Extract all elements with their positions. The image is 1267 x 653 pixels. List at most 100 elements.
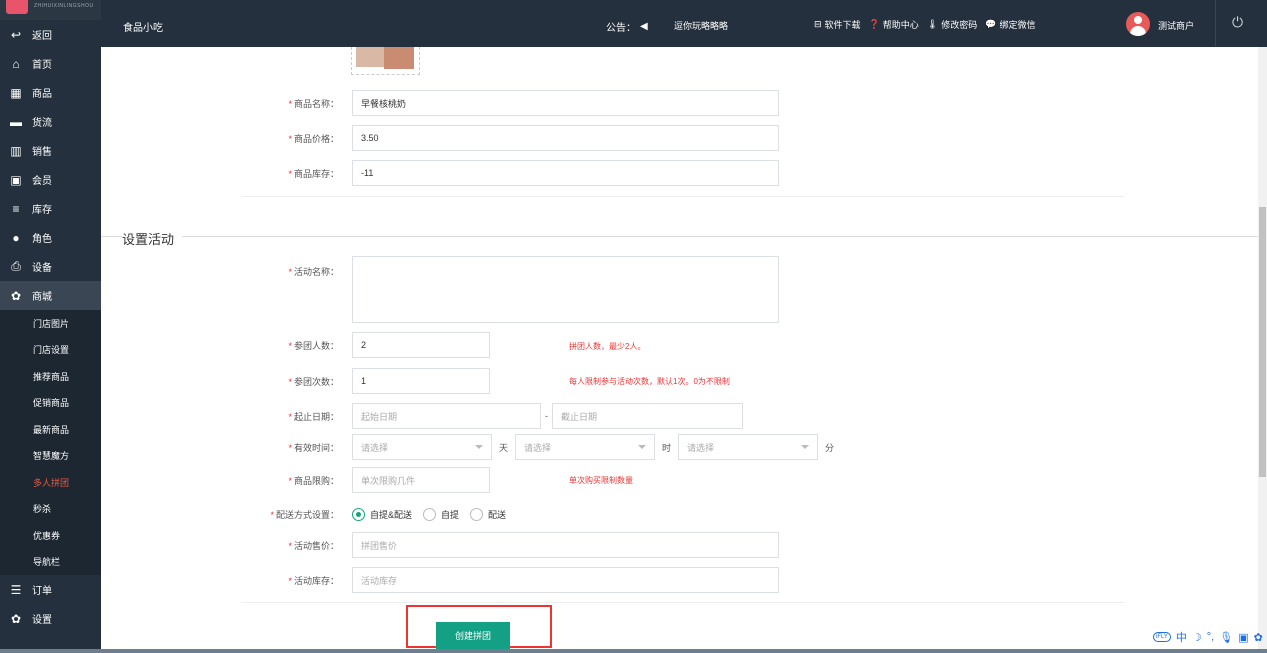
activity-stock-input[interactable]: 活动库存 bbox=[352, 567, 779, 593]
password-tool[interactable]: 🌡 修改密码 bbox=[927, 18, 977, 31]
id-card-icon: ▣ bbox=[10, 172, 22, 187]
ime-mode: 中 bbox=[1175, 632, 1187, 644]
mall-submenu: 门店图片 门店设置 推荐商品 促销商品 最新商品 智慧魔方 多人拼团 秒杀 优惠… bbox=[0, 310, 101, 575]
printer-icon: ⎙ bbox=[11, 259, 21, 273]
product-image[interactable] bbox=[351, 47, 420, 75]
nav-members[interactable]: ▣ 会员 bbox=[0, 165, 101, 194]
activity-price-row: * 活动售价： 拼团售价 bbox=[241, 532, 779, 558]
nav-label: 设置 bbox=[32, 615, 52, 626]
nav-logistics[interactable]: ▬ 货流 bbox=[0, 107, 101, 136]
limit-row: * 商品限购： 单次限购几件 bbox=[241, 467, 490, 493]
chevron-down-icon bbox=[475, 445, 483, 449]
nav-back[interactable]: ↩ 返回 bbox=[0, 20, 101, 49]
label-text: 活动库存： bbox=[293, 575, 339, 586]
nav-goods[interactable]: ▦ 商品 bbox=[0, 78, 101, 107]
nav-mall[interactable]: ✿ 商城 bbox=[0, 281, 101, 310]
activity-price-input[interactable]: 拼团售价 bbox=[352, 532, 779, 558]
radio-pickup[interactable]: 自提 bbox=[423, 507, 459, 521]
field-label: * 参团人数： bbox=[288, 340, 339, 351]
times-row: * 参团次数： 1 bbox=[241, 368, 490, 394]
wechat-tool[interactable]: 💬 绑定微信 bbox=[985, 18, 1035, 31]
sub-coupons[interactable]: 优惠券 bbox=[0, 522, 101, 549]
mic-icon: 🎙 bbox=[1219, 631, 1234, 644]
download-tool[interactable]: ⊟ 软件下载 bbox=[814, 18, 861, 31]
start-date-input[interactable]: 起始日期 bbox=[352, 403, 541, 429]
field-label: * 商品价格： bbox=[288, 133, 339, 144]
label-text: 参团人数： bbox=[293, 340, 339, 351]
nav-settings[interactable]: ✿ 设置 bbox=[0, 604, 101, 633]
nav-label: 商城 bbox=[32, 292, 52, 303]
divider bbox=[1215, 0, 1216, 47]
product-stock-row: * 商品库存： -11 bbox=[241, 160, 779, 186]
radio-pickup-delivery[interactable]: 自提&配送 bbox=[352, 507, 412, 521]
sub-newest[interactable]: 最新商品 bbox=[0, 416, 101, 443]
nav-label: 商品 bbox=[32, 89, 52, 100]
label-text: 商品价格： bbox=[293, 133, 339, 144]
help-tool[interactable]: ❓ 帮助中心 bbox=[869, 18, 919, 31]
punctuation-icon: °, bbox=[1206, 631, 1215, 643]
user-name[interactable]: 测试商户 bbox=[1158, 19, 1194, 32]
sub-promotion[interactable]: 促销商品 bbox=[0, 390, 101, 417]
members-input[interactable]: 2 bbox=[352, 332, 490, 358]
power-icon[interactable]: ⏻ bbox=[1232, 14, 1243, 31]
product-stock-input[interactable]: -11 bbox=[352, 160, 779, 186]
nav-roles[interactable]: ● 角色 bbox=[0, 223, 101, 252]
legend-line bbox=[101, 236, 1258, 237]
notice-link[interactable]: 逗你玩略略略 bbox=[674, 19, 728, 32]
label-text: 活动名称： bbox=[293, 267, 339, 277]
logo: ZHIHUIXINLINGSHOU bbox=[0, 0, 101, 20]
nav-inventory[interactable]: ≡ 库存 bbox=[0, 194, 101, 223]
hours-select[interactable]: 请选择 bbox=[515, 434, 656, 460]
nav-devices[interactable]: ⎙ 设备 bbox=[0, 252, 101, 281]
top-tools: ⊟ 软件下载 ❓ 帮助中心 🌡 修改密码 💬 绑定微信 bbox=[814, 18, 1035, 31]
product-price-input[interactable]: 3.50 bbox=[352, 125, 779, 151]
ime-toolbar[interactable]: iFLY 中 ☽ °, 🎙 ▣ ✿ bbox=[1153, 629, 1263, 645]
gear-icon: ✿ bbox=[10, 611, 22, 626]
select-value: 请选择 bbox=[687, 442, 715, 453]
unit-hour: 时 bbox=[662, 442, 672, 453]
sidebar: ZHIHUIXINLINGSHOU ↩ 返回 ⌂ 首页 ▦ 商品 ▬ 货流 ▥ 销售 ▣ 会… bbox=[0, 0, 101, 653]
tool-label: 帮助中心 bbox=[882, 20, 919, 30]
keyboard-icon: ▣ bbox=[1238, 631, 1249, 644]
days-select[interactable]: 请选择 bbox=[352, 434, 492, 460]
radio-delivery[interactable]: 配送 bbox=[470, 507, 506, 521]
sub-group-buy[interactable]: 多人拼团 bbox=[0, 469, 101, 496]
field-label: * 活动库存： bbox=[288, 575, 339, 586]
minutes-select[interactable]: 请选择 bbox=[678, 434, 819, 460]
sub-flash-sale[interactable]: 秒杀 bbox=[0, 496, 101, 523]
delivery-radio-group: 自提&配送 自提 配送 bbox=[352, 501, 517, 527]
scrollbar[interactable] bbox=[1258, 47, 1267, 653]
create-group-buy-button[interactable]: 创建拼团 bbox=[436, 622, 510, 649]
taskbar-strip bbox=[0, 649, 1267, 653]
field-label: * 有效时间： bbox=[288, 442, 339, 453]
end-date-input[interactable]: 截止日期 bbox=[552, 403, 743, 429]
radio-dot bbox=[423, 507, 437, 521]
main-content: * 商品名称： 早餐核桃奶 * 商品价格： 3.50 * 商品库存： -11 设置活动… bbox=[101, 47, 1258, 653]
ifly-icon: iFLY bbox=[1153, 632, 1171, 642]
logo-badge bbox=[6, 0, 28, 14]
sub-recommended[interactable]: 推荐商品 bbox=[0, 363, 101, 390]
user-icon: ● bbox=[12, 230, 20, 245]
sub-store-images[interactable]: 门店图片 bbox=[0, 310, 101, 337]
help-icon: ❓ bbox=[868, 19, 880, 29]
tool-label: 绑定微信 bbox=[999, 20, 1036, 30]
avatar[interactable] bbox=[1126, 12, 1150, 36]
section-legend: 设置活动 bbox=[122, 229, 183, 248]
nav-orders[interactable]: ☰ 订单 bbox=[0, 575, 101, 604]
nav-home[interactable]: ⌂ 首页 bbox=[0, 49, 101, 78]
limit-input[interactable]: 单次限购几件 bbox=[352, 467, 490, 493]
sub-navbar[interactable]: 导航栏 bbox=[0, 549, 101, 576]
select-value: 请选择 bbox=[524, 442, 552, 453]
sub-smart-cube[interactable]: 智慧魔方 bbox=[0, 443, 101, 470]
activity-name-textarea[interactable] bbox=[352, 256, 779, 323]
thermometer-icon: 🌡 bbox=[926, 19, 939, 29]
times-input[interactable]: 1 bbox=[352, 368, 490, 394]
bar-chart-icon: ▥ bbox=[10, 143, 22, 158]
sub-store-settings[interactable]: 门店设置 bbox=[0, 337, 101, 364]
nav-sales[interactable]: ▥ 销售 bbox=[0, 136, 101, 165]
chevron-down-icon bbox=[638, 445, 647, 449]
field-label: * 参团次数： bbox=[288, 376, 339, 387]
scrollbar-thumb[interactable] bbox=[1259, 207, 1266, 477]
grid-icon: ▦ bbox=[10, 85, 22, 100]
product-name-input[interactable]: 早餐核桃奶 bbox=[352, 90, 779, 116]
